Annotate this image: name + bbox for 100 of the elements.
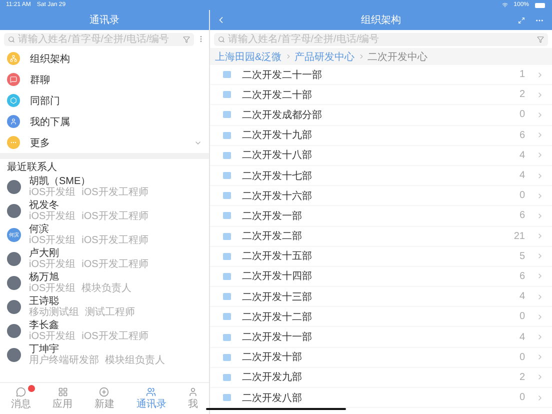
avatar-placeholder (7, 348, 21, 362)
contact-name: 丁坤宇 (29, 344, 59, 355)
contact-department: iOS开发组 (29, 211, 76, 222)
folder-icon (223, 313, 231, 320)
folder-icon (223, 71, 231, 78)
department-item[interactable]: 二次开发十部 0 (210, 348, 552, 368)
department-item[interactable]: 二次开发十二部 0 (210, 307, 552, 328)
chevron-right-icon (536, 212, 544, 220)
department-item[interactable]: 二次开发二十部 2 (210, 85, 552, 106)
folder-icon (223, 152, 231, 159)
contact-title: iOS开发工程师 (82, 331, 148, 342)
battery-icon (535, 2, 546, 8)
folder-icon (223, 252, 231, 260)
avatar-placeholder (7, 276, 21, 290)
chevron-right-icon (284, 53, 292, 60)
plus-circle-icon (99, 386, 110, 396)
chevron-right-icon (536, 394, 544, 402)
department-item[interactable]: 二次开发十七部 4 (210, 166, 552, 186)
department-item[interactable]: 二次开发十八部 4 (210, 146, 552, 166)
folder-icon (223, 272, 231, 280)
contact-item[interactable]: 杨万旭 iOS开发组 模块负责人 (0, 271, 209, 295)
chevron-right-icon (536, 90, 544, 99)
chevron-right-icon (358, 53, 365, 60)
department-item[interactable]: 二次开发九部 2 (210, 368, 552, 388)
search-icon (218, 36, 225, 42)
menu-item[interactable]: 更多 (0, 132, 209, 153)
contact-name: 李长鑫 (29, 320, 60, 331)
menu-item[interactable]: 组织架构 (0, 48, 209, 69)
header-title: 组织架构 (361, 14, 401, 27)
grid-icon (58, 386, 68, 396)
contact-department: iOS开发组 (29, 235, 76, 246)
avatar-placeholder (7, 252, 21, 266)
avatar-placeholder (7, 300, 21, 314)
folder-icon (223, 232, 231, 240)
contact-department: 移动测试组 (29, 307, 79, 318)
menu-item[interactable]: 同部门 (0, 90, 209, 111)
chevron-right-icon (536, 333, 544, 342)
contact-name: 杨万旭 (29, 272, 60, 283)
chevron-right-icon (536, 110, 544, 119)
chevron-right-icon (536, 232, 544, 240)
menu-item[interactable]: 群聊 (0, 69, 209, 90)
department-item[interactable]: 二次开发十四部 6 (210, 266, 552, 288)
chevron-right-icon (536, 172, 544, 180)
folder-icon (223, 354, 231, 361)
menu-item[interactable]: 我的下属 (0, 111, 209, 132)
people-icon (146, 386, 156, 396)
header-title: 通讯录 (90, 14, 120, 27)
department-item[interactable]: 二次开发十一部 4 (210, 327, 552, 348)
department-item[interactable]: 二次开发十五部 5 (210, 246, 552, 267)
contact-name: 何滨 (29, 224, 50, 235)
folder-icon (223, 374, 231, 381)
department-item[interactable]: 二次开发二部 21 (210, 226, 552, 247)
chevron-right-icon (536, 312, 544, 321)
chevron-right-icon (536, 373, 544, 382)
contact-name: 胡凯（SME） (29, 176, 92, 187)
folder-icon (223, 192, 231, 200)
department-item[interactable]: 二次开发十三部 4 (210, 287, 552, 308)
avatar-placeholder (7, 324, 21, 338)
chevron-right-icon (536, 252, 544, 260)
contact-title: iOS开发工程师 (82, 259, 148, 270)
contact-item[interactable]: 祝发冬 iOS开发组 iOS开发工程师 (0, 199, 209, 223)
contact-item[interactable]: 李长鑫 iOS开发组 iOS开发工程师 (0, 319, 209, 343)
avatar-placeholder (7, 180, 21, 194)
contact-title: iOS开发工程师 (82, 187, 148, 198)
contact-department: iOS开发组 (29, 187, 76, 198)
chat-bubble-icon (16, 386, 26, 396)
wifi-icon (502, 2, 508, 8)
expand-icon[interactable] (518, 16, 525, 24)
folder-icon (223, 394, 231, 402)
chevron-right-icon (536, 131, 544, 140)
department-item[interactable]: 二次开发十九部 6 (210, 126, 552, 146)
folder-icon (223, 334, 231, 341)
chevron-right-icon (536, 292, 544, 301)
department-item[interactable]: 二次开发成都分部 0 (210, 105, 552, 126)
folder-icon (223, 293, 231, 300)
folder-icon (223, 132, 231, 139)
contact-item[interactable]: 丁坤宇 用户终端研发部 模块组负责人 (0, 343, 209, 367)
contact-item[interactable]: 王诗聪 移动测试组 测试工程师 (0, 295, 209, 319)
contact-name: 祝发冬 (29, 200, 60, 211)
section-title: 最近联系人 (6, 160, 58, 175)
contact-title: iOS开发工程师 (82, 235, 148, 246)
contact-title: 模块负责人 (82, 283, 132, 294)
department-item[interactable]: 二次开发一部 6 (210, 206, 552, 226)
contact-title: 模块组负责人 (105, 355, 165, 366)
folder-icon (223, 172, 231, 180)
department-item[interactable]: 二次开发二十一部 1 (210, 65, 552, 86)
contact-item[interactable]: 胡凯（SME） iOS开发组 iOS开发工程师 (0, 175, 209, 199)
contact-department: iOS开发组 (29, 283, 76, 294)
chevron-right-icon (536, 70, 544, 79)
contact-department: iOS开发组 (29, 259, 76, 270)
contact-item[interactable]: 卢大刚 iOS开发组 iOS开发工程师 (0, 247, 209, 271)
contact-department: 用户终端研发部 (29, 355, 99, 366)
avatar-placeholder (7, 204, 21, 218)
filter-icon[interactable] (183, 36, 190, 42)
contact-title: 测试工程师 (85, 307, 135, 318)
filter-icon[interactable] (537, 36, 544, 42)
department-item[interactable]: 二次开发十六部 0 (210, 186, 552, 206)
breadcrumb-item: 二次开发中心 (368, 50, 428, 64)
chevron-right-icon (536, 151, 544, 160)
contact-name: 卢大刚 (29, 248, 60, 259)
